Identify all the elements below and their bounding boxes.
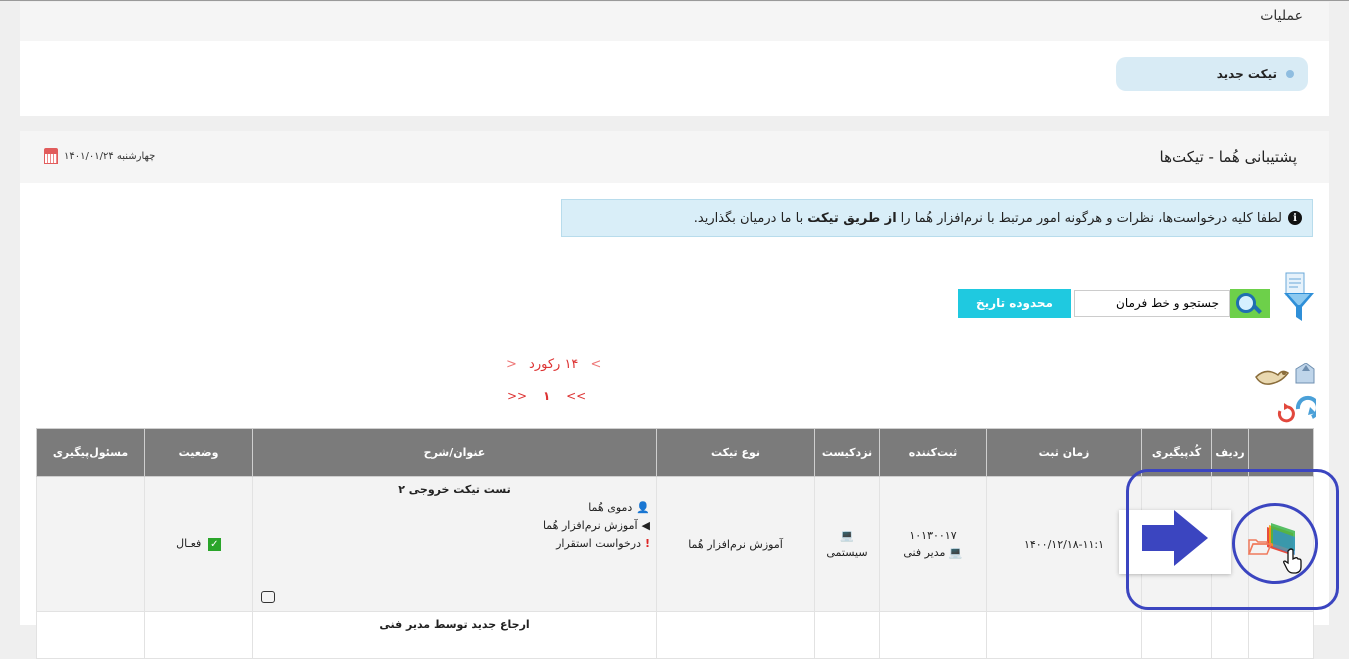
cell-title[interactable]: تست تیکت خروجی ۲ 👤 دموی هُما ◀ آموزش نرم‌ا…	[252, 476, 657, 612]
filter-funnel-icon[interactable]	[1282, 271, 1316, 323]
pointer-icon: ◀	[641, 519, 650, 532]
table-tools	[1255, 363, 1316, 423]
search-input[interactable]	[1074, 289, 1230, 317]
pager-last[interactable]: <<	[566, 389, 586, 403]
cell-creator: ۱۰۱۳۰۰۱۷ 💻 مدیر فنی	[879, 476, 987, 612]
record-count: > ۱۴ رکورد <	[498, 357, 609, 372]
info-banner: i لطفا کلیه درخواست‌ها، نظرات و هرگونه ا…	[561, 199, 1313, 237]
pager-next[interactable]: <	[506, 357, 517, 372]
clear-filter-icon[interactable]	[1255, 370, 1290, 385]
desc-line-1: دموی هُما	[588, 501, 633, 514]
top-border	[0, 0, 1349, 1]
pagination: >> ۱ <<	[507, 389, 586, 403]
date-text: چهارشنبه ۱۴۰۱/۰۱/۲۴	[64, 150, 156, 162]
status-label: فعـال	[176, 537, 202, 550]
operations-panel: عملیات تیکت جدید	[20, 2, 1329, 116]
reset-icon[interactable]	[1277, 403, 1295, 423]
search-button[interactable]	[1230, 288, 1270, 318]
cell-title[interactable]: ارجاع جدید توسط مدیر فنی	[252, 611, 657, 659]
info-suffix: با ما درمیان بگذارید.	[693, 210, 804, 226]
desc-line-2: آموزش نرم‌افزار هُما	[542, 519, 638, 532]
header-ticket-type[interactable]: نوع تیکت	[656, 428, 815, 477]
cell-status: ✓ فعـال	[144, 476, 253, 612]
page-title: پشتیبانی هُما - تیکت‌ها	[1159, 148, 1297, 166]
laptop-icon: 💻	[840, 529, 854, 542]
date-range-button[interactable]: محدوده تاریخ	[958, 288, 1071, 318]
info-bold: از طریق تیکت	[807, 210, 897, 226]
tickets-header: پشتیبانی هُما - تیکت‌ها چهارشنبه ۱۴۰۱/۰۱…	[20, 131, 1329, 183]
desc-line-3: درخواست استقرار	[556, 537, 641, 550]
ticket-title[interactable]: تست تیکت خروجی ۲	[259, 483, 650, 496]
pager-first[interactable]: >>	[507, 389, 527, 403]
cell-location: 💻 سیستمی	[814, 476, 880, 612]
calendar-icon[interactable]	[44, 148, 58, 164]
header-title[interactable]: عنوان/شرح	[252, 428, 657, 477]
new-ticket-button[interactable]: تیکت جدید	[1116, 57, 1308, 91]
record-count-label: ۱۴ رکورد	[529, 357, 579, 372]
header-status[interactable]: وضعیت	[144, 428, 253, 477]
comment-icon[interactable]	[261, 591, 275, 603]
table-row[interactable]: ارجاع جدید توسط مدیر فنی	[36, 611, 1314, 659]
operations-title: عملیات	[1260, 8, 1303, 24]
refresh-icon[interactable]	[1295, 395, 1316, 419]
hand-cursor-icon	[1283, 548, 1302, 574]
header-location[interactable]: نزدکیست	[814, 428, 880, 477]
creator-name: مدیر فنی	[903, 546, 946, 559]
annotation-box	[1126, 469, 1339, 610]
header-creator[interactable]: ثبت‌کننده	[879, 428, 987, 477]
date-display: چهارشنبه ۱۴۰۱/۰۱/۲۴	[44, 148, 155, 164]
bullet-icon	[1286, 70, 1294, 78]
creator-id: ۱۰۱۳۰۰۱۷	[909, 529, 957, 542]
search-toolbar: محدوده تاریخ	[958, 288, 1270, 318]
check-icon: ✓	[207, 538, 221, 551]
info-icon: i	[1288, 211, 1302, 225]
header-owner[interactable]: مسئول‌پیگیری	[36, 428, 145, 477]
new-ticket-label: تیکت جدید	[1216, 67, 1277, 81]
user-icon: 👤	[636, 501, 650, 514]
search-icon	[1236, 292, 1256, 313]
priority-icon: !	[644, 537, 650, 550]
export-icon[interactable]	[1295, 363, 1315, 384]
header-created-at[interactable]: زمان ثبت	[986, 428, 1142, 477]
operations-header: عملیات	[20, 2, 1329, 41]
table-header-row: مسئول‌پیگیری وضعیت عنوان/شرح نوع تیکت نز…	[36, 428, 1314, 477]
pager-current[interactable]: ۱	[543, 389, 550, 403]
laptop-icon: 💻	[948, 546, 963, 559]
pager-prev[interactable]: >	[591, 357, 602, 372]
cell-owner	[36, 476, 145, 612]
location-label: سیستمی	[826, 546, 868, 559]
info-prefix: لطفا کلیه درخواست‌ها، نظرات و هرگونه امو…	[900, 210, 1282, 226]
cell-ticket-type: آموزش نرم‌افزار هُما	[656, 476, 815, 612]
